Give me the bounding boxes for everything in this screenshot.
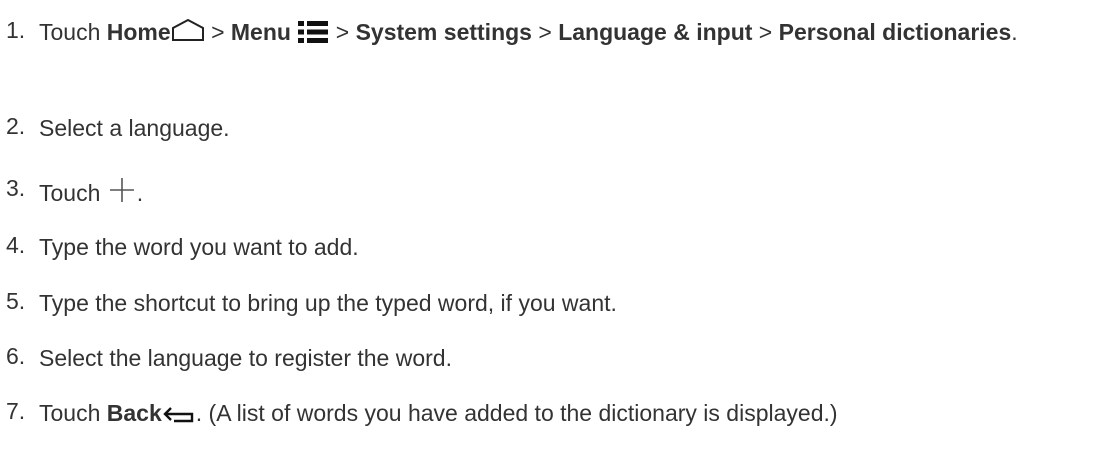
back-label: Back xyxy=(106,400,162,426)
step-number: 3. xyxy=(6,175,26,201)
step-number: 5. xyxy=(6,288,26,314)
step-text: Type the word you want to add. xyxy=(39,234,359,260)
home-icon xyxy=(171,18,205,50)
personal-dictionaries-label: Personal dictionaries xyxy=(778,19,1012,45)
step-number: 2. xyxy=(6,113,26,139)
step-number: 1. xyxy=(6,17,26,43)
step-text: Touch Home > Menu > System settings > La… xyxy=(39,17,1114,50)
menu-label: Menu xyxy=(230,19,291,45)
home-label: Home xyxy=(106,19,171,45)
step-number: 4. xyxy=(6,232,26,258)
step-text: Select the language to register the word… xyxy=(39,345,452,371)
language-input-label: Language & input xyxy=(558,19,753,45)
back-icon xyxy=(162,400,196,431)
menu-icon xyxy=(297,19,329,50)
plus-icon xyxy=(107,175,137,211)
system-settings-label: System settings xyxy=(355,19,532,45)
step-text: Touch . xyxy=(39,175,1114,211)
step-text: Select a language. xyxy=(39,115,230,141)
step-text: Type the shortcut to bring up the typed … xyxy=(39,290,617,316)
step-text: Touch Back. (A list of words you have ad… xyxy=(39,398,1114,431)
step-number: 7. xyxy=(6,398,26,424)
step-number: 6. xyxy=(6,343,26,369)
